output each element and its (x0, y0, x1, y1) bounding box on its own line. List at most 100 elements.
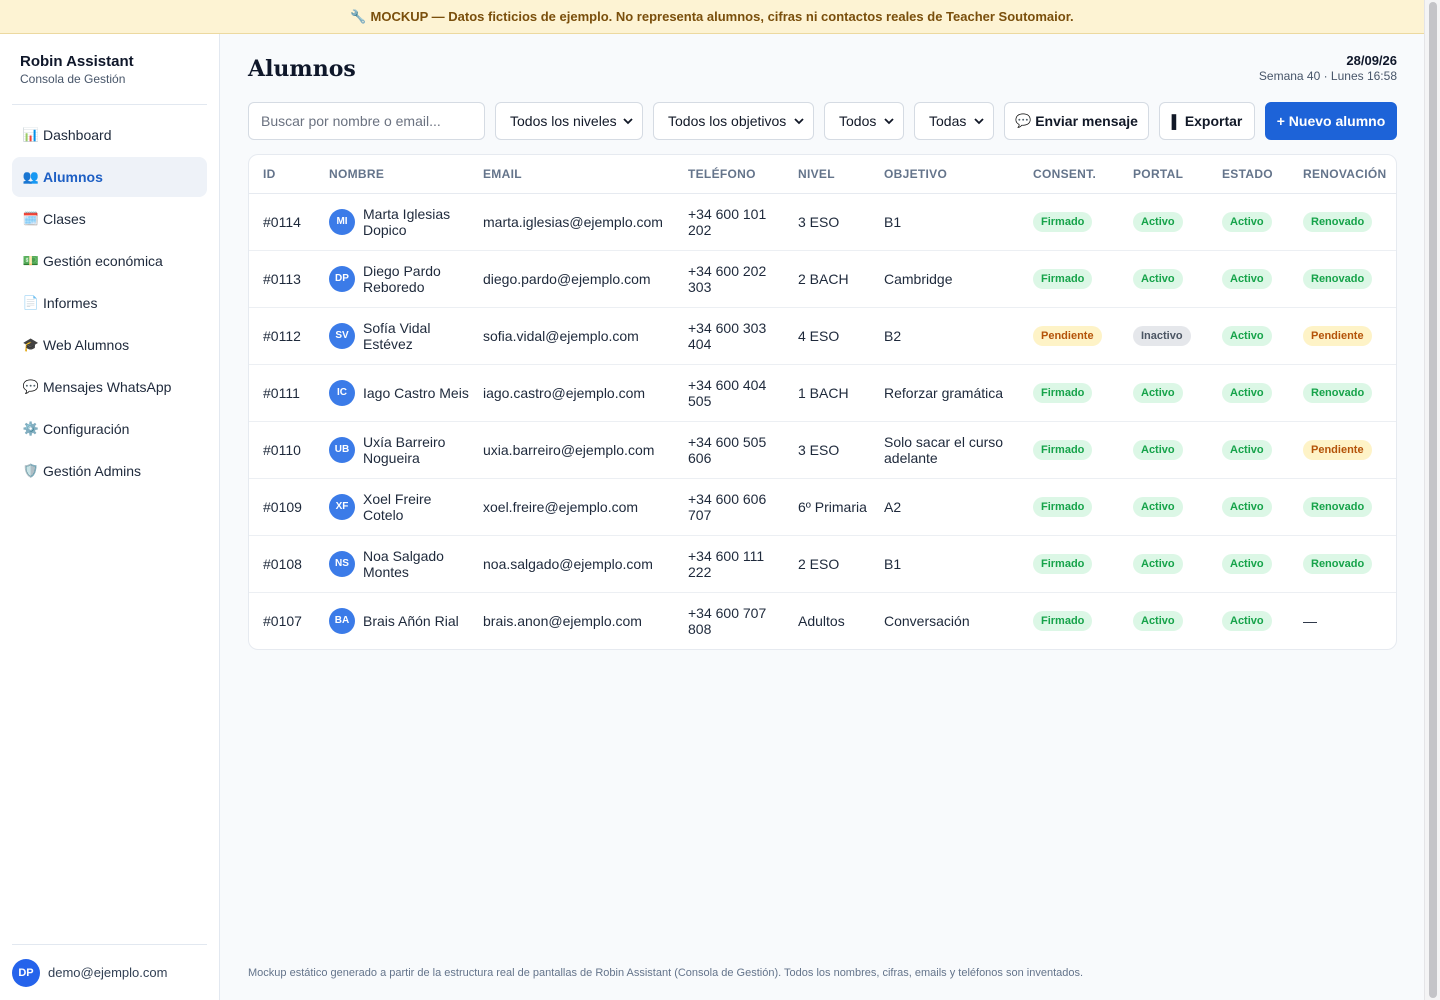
sidebar-item-web-alumnos[interactable]: 🎓 Web Alumnos (12, 325, 207, 365)
app-subtitle: Consola de Gestión (20, 72, 126, 86)
consent-cell: Firmado (1019, 535, 1119, 593)
sidebar-item-informes[interactable]: 📄 Informes (12, 283, 207, 323)
status-cell: Activo (1208, 535, 1289, 593)
column-header[interactable]: ID (249, 155, 315, 194)
page-scrollbar[interactable] (1424, 0, 1440, 1000)
renewal-filter-select[interactable]: Todas (914, 102, 994, 140)
table-row[interactable]: #0108 NS Noa Salgado Montes noa.salgado@eje… (249, 535, 1396, 593)
column-header[interactable]: NOMBRE (315, 155, 469, 194)
portal-badge: Activo (1133, 439, 1183, 460)
renewal-badge: Renovado (1303, 553, 1373, 574)
status-cell: Activo (1208, 193, 1289, 251)
status-filter-select[interactable]: Todos (824, 102, 904, 140)
column-header[interactable]: TELÉFONO (674, 155, 784, 194)
renewal-badge: Pendiente (1303, 439, 1372, 460)
table-row[interactable]: #0107 BA Brais Añón Rial brais.anon@ejemplo… (249, 592, 1396, 649)
avatar: IC (329, 379, 355, 406)
student-phone: +34 600 505 606 (674, 421, 784, 479)
sidebar-item-configuracion[interactable]: ⚙️ Configuración (12, 409, 207, 449)
table-row[interactable]: #0111 IC Iago Castro Meis iago.castro@ejemp… (249, 364, 1396, 422)
student-goal: Cambridge (870, 250, 1019, 308)
consent-cell: Firmado (1019, 478, 1119, 536)
student-email: iago.castro@ejemplo.com (469, 364, 674, 422)
student-email: sofia.vidal@ejemplo.com (469, 307, 674, 365)
search-input[interactable] (248, 102, 485, 140)
student-email: brais.anon@ejemplo.com (483, 612, 642, 629)
portal-cell: Activo (1119, 364, 1208, 422)
student-name[interactable]: Noa Salgado Montes (363, 548, 469, 580)
table-row[interactable]: #0112 SV Sofía Vidal Estévez sofia.vidal@ej… (249, 307, 1396, 365)
avatar: SV (329, 322, 355, 349)
student-goal: B2 (870, 307, 1019, 365)
status-cell: Activo (1208, 250, 1289, 308)
status-badge: Activo (1222, 610, 1272, 631)
sidebar-item-dashboard[interactable]: 📊 Dashboard (12, 115, 207, 155)
student-phone: +34 600 707 808 (688, 604, 767, 637)
banner-text: MOCKUP — Datos ficticios de ejemplo. No … (370, 9, 1074, 24)
student-name[interactable]: Sofía Vidal Estévez (363, 320, 469, 352)
portal-badge: Activo (1133, 211, 1183, 232)
scrollbar-thumb[interactable] (1429, 2, 1437, 998)
sidebar-item-clases[interactable]: 🗓️ Clases (12, 199, 207, 239)
student-phone: +34 600 606 707 (674, 478, 784, 536)
export-icon: ▌ (1171, 113, 1181, 129)
sidebar-item-gestion-economica[interactable]: 💵 Gestión económica (12, 241, 207, 281)
table-row[interactable]: #0114 MI Marta Iglesias Dopico marta.iglesi… (249, 193, 1396, 251)
sidebar-nav: 📊 Dashboard 👥 Alumnos 🗓️ Clases 💵 Gestión econó… (0, 105, 219, 491)
renewal-cell: Renovado (1289, 364, 1396, 422)
column-header[interactable]: ESTADO (1208, 155, 1289, 194)
new-student-button[interactable]: + Nuevo alumno (1265, 102, 1397, 140)
user-email: demo@ejemplo.com (48, 965, 168, 980)
column-header[interactable]: CONSENT. (1019, 155, 1119, 194)
students-table-card: ID NOMBRE EMAIL TELÉFONO NIVEL OBJETIVO CONSEN… (248, 154, 1397, 650)
portal-cell: Activo (1119, 193, 1208, 251)
student-phone: +34 600 101 202 (674, 193, 784, 251)
student-level: 3 ESO (784, 421, 870, 479)
column-header[interactable]: RENOVACIÓN (1289, 155, 1396, 194)
student-level: 6º Primaria (784, 478, 870, 536)
renewal-badge: Renovado (1303, 211, 1373, 232)
user-footer[interactable]: DP demo@ejemplo.com (12, 944, 207, 1000)
status-badge: Activo (1222, 382, 1272, 403)
portal-badge: Activo (1133, 610, 1183, 631)
wrench-icon: 🔧 (350, 8, 367, 24)
export-button[interactable]: ▌ Exportar (1159, 102, 1255, 140)
table-row[interactable]: #0110 UB Uxía Barreiro Nogueira uxia.barrei… (249, 421, 1396, 479)
renewal-badge: Renovado (1303, 496, 1373, 517)
student-name[interactable]: Uxía Barreiro Nogueira (363, 434, 469, 466)
student-email: marta.iglesias@ejemplo.com (469, 193, 674, 251)
send-message-button[interactable]: 💬 Enviar mensaje (1004, 102, 1149, 140)
student-name-cell: DP Diego Pardo Reboredo (315, 250, 469, 308)
week-info: Semana 40 · Lunes 16:58 (1258, 69, 1397, 83)
date-block: 28/09/26 Semana 40 · Lunes 16:58 (1259, 53, 1397, 83)
goal-filter-select[interactable]: Todos los objetivos (653, 102, 814, 140)
column-header[interactable]: OBJETIVO (870, 155, 1019, 194)
page-title: Alumnos (248, 56, 356, 82)
status-cell: Activo (1208, 364, 1289, 422)
status-cell: Activo (1208, 307, 1289, 365)
chevron-down-icon (974, 117, 984, 124)
student-name[interactable]: Marta Iglesias Dopico (363, 206, 469, 238)
student-name[interactable]: Iago Castro Meis (363, 385, 469, 401)
table-row[interactable]: #0113 DP Diego Pardo Reboredo diego.pardo@e… (249, 250, 1396, 308)
status-badge: Activo (1222, 268, 1272, 289)
speech-bubble-icon: 💬 (1015, 113, 1032, 128)
column-header[interactable]: PORTAL (1119, 155, 1208, 194)
sidebar-item-alumnos[interactable]: 👥 Alumnos (12, 157, 207, 197)
column-header[interactable]: EMAIL (469, 155, 674, 194)
avatar: DP (329, 265, 355, 292)
student-name[interactable]: Diego Pardo Reboredo (363, 263, 469, 295)
sidebar-item-gestion-admins[interactable]: 🛡️ Gestión Admins (12, 451, 207, 491)
table-header-row: ID NOMBRE EMAIL TELÉFONO NIVEL OBJETIVO CONSEN… (249, 155, 1396, 194)
student-name[interactable]: Xoel Freire Cotelo (363, 491, 469, 523)
student-id: #0110 (249, 421, 315, 479)
level-filter-select[interactable]: Todos los niveles (495, 102, 643, 140)
consent-badge: Pendiente (1033, 325, 1102, 346)
student-name[interactable]: Brais Añón Rial (363, 613, 459, 629)
sidebar-item-mensajes-whatsapp[interactable]: 💬 Mensajes WhatsApp (12, 367, 207, 407)
name-wrapper: DP Diego Pardo Reboredo (329, 263, 469, 295)
sidebar-item-icon: 🎓 (22, 337, 40, 352)
column-header[interactable]: NIVEL (784, 155, 870, 194)
sidebar-item-label: Configuración (43, 421, 130, 437)
table-row[interactable]: #0109 XF Xoel Freire Cotelo xoel.freire@eje… (249, 478, 1396, 536)
